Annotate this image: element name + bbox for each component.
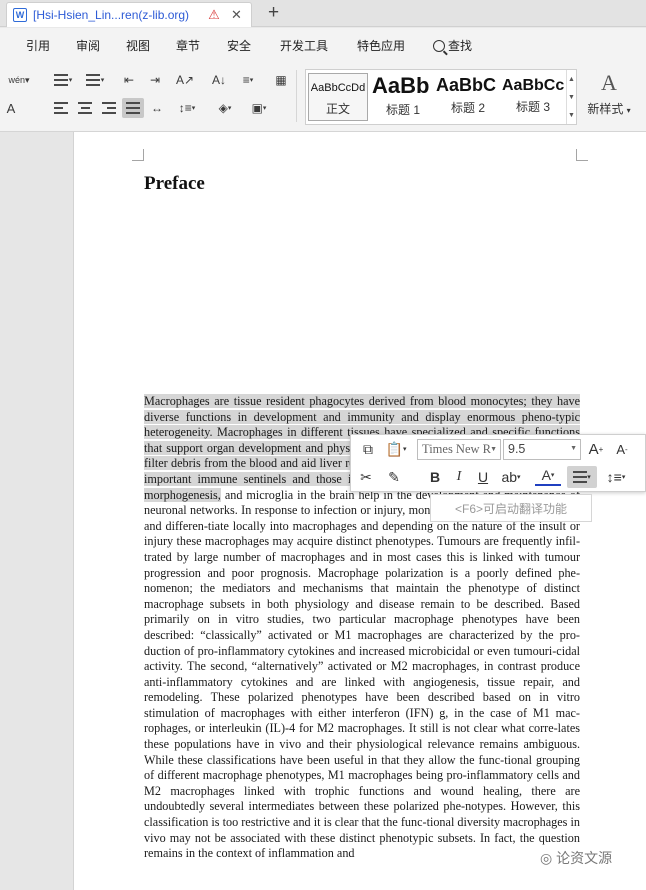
style-heading-2[interactable]: AaBbC 标题 2 bbox=[436, 73, 500, 121]
show-marks-icon[interactable]: ≡ ▾ bbox=[234, 70, 262, 90]
new-style-button[interactable]: A 新样式 ▾ bbox=[584, 70, 634, 122]
font-name-value: Times New R bbox=[422, 442, 491, 456]
document-tab[interactable]: W [Hsi-Hsien_Lin...ren(z-lib.org) ⚠ ✕ bbox=[6, 2, 252, 27]
font-size-select[interactable]: 9.5 ▼ bbox=[503, 439, 581, 460]
menu-item-special-apps[interactable]: 特色应用 bbox=[357, 37, 405, 54]
menu-bar: 引用 审阅 视图 章节 安全 开发工具 特色应用 查找 bbox=[0, 28, 646, 62]
phonetic-guide-label: wén bbox=[8, 75, 25, 85]
bullet-list-icon bbox=[53, 74, 68, 86]
sort-icon[interactable]: A↓ bbox=[208, 70, 230, 90]
justify-icon[interactable] bbox=[122, 98, 144, 118]
margin-corner-mark bbox=[576, 149, 588, 161]
new-style-label: 新样式 ▾ bbox=[587, 102, 631, 116]
table-grid-icon[interactable]: ▦ bbox=[270, 70, 292, 90]
menu-item-find[interactable]: 查找 bbox=[433, 37, 472, 54]
decrease-indent-icon[interactable]: ⇤ bbox=[118, 70, 140, 90]
distribute-icon[interactable]: ↔ bbox=[146, 98, 168, 118]
scroll-up-icon[interactable]: ▲ bbox=[568, 76, 575, 83]
shrink-font-icon[interactable]: A- bbox=[611, 438, 633, 460]
font-size-value: 9.5 bbox=[508, 442, 526, 456]
paste-icon[interactable]: 📋 ▾ bbox=[381, 438, 411, 460]
page-heading: Preface bbox=[144, 173, 205, 194]
new-tab-icon[interactable]: + bbox=[268, 2, 279, 24]
grow-font-icon[interactable]: A + bbox=[585, 438, 607, 460]
style-gallery: AaBbCcDd 正文 AaBb 标题 1 AaBbC 标题 2 AaBbCc … bbox=[305, 69, 577, 125]
underline-button[interactable]: U bbox=[473, 466, 493, 488]
style-sample: AaBbCc bbox=[502, 77, 564, 94]
font-color-icon[interactable]: A ▾ bbox=[535, 466, 561, 486]
menu-item-section[interactable]: 章节 bbox=[176, 37, 200, 54]
document-icon: W bbox=[13, 8, 27, 22]
menu-item-developer-tools[interactable]: 开发工具 bbox=[280, 37, 328, 54]
watermark-logo: ◎ 论资文源 bbox=[540, 850, 613, 866]
italic-button[interactable]: I bbox=[449, 466, 469, 488]
margin-corner-mark bbox=[132, 149, 144, 161]
tab-title: [Hsi-Hsien_Lin...ren(z-lib.org) bbox=[33, 8, 190, 22]
align-center-icon[interactable] bbox=[74, 98, 96, 118]
align-menu-icon[interactable]: ▾ bbox=[567, 466, 597, 488]
text-case-icon[interactable]: A↗ bbox=[172, 70, 198, 90]
scroll-down-icon[interactable]: ▼ bbox=[568, 94, 575, 101]
style-label: 标题 2 bbox=[450, 101, 485, 115]
style-normal[interactable]: AaBbCcDd 正文 bbox=[308, 73, 368, 121]
bold-button[interactable]: B bbox=[425, 466, 445, 488]
font-name-select[interactable]: Times New R ▼ bbox=[417, 439, 501, 460]
style-sample: AaBbC bbox=[436, 75, 497, 95]
style-sample: AaBbCcDd bbox=[310, 82, 366, 94]
style-label: 标题 1 bbox=[385, 103, 420, 117]
style-heading-3[interactable]: AaBbCc 标题 3 bbox=[502, 73, 564, 121]
borders-icon[interactable]: ▣ ▾ bbox=[244, 98, 274, 118]
close-icon[interactable]: ✕ bbox=[231, 7, 242, 23]
strikethrough-icon[interactable]: ab ▾ bbox=[497, 466, 525, 488]
chevron-down-icon: ▼ bbox=[570, 445, 577, 452]
cut-icon[interactable]: ✂ bbox=[355, 466, 377, 488]
gallery-scrollbar[interactable]: ▲ ▼ ▼ bbox=[566, 70, 576, 124]
new-style-icon: A bbox=[601, 70, 617, 95]
menu-item-review[interactable]: 审阅 bbox=[76, 37, 100, 54]
mini-toolbar: ⧉ 📋 ▾ Times New R ▼ 9.5 ▼ A + A- ✂ ✎ B I U a… bbox=[350, 434, 646, 492]
shading-icon[interactable]: ◈ ▾ bbox=[210, 98, 240, 118]
paragraph-text: and microglia in the brain help in the d… bbox=[144, 487, 580, 861]
menu-item-security[interactable]: 安全 bbox=[227, 37, 251, 54]
format-painter-icon[interactable]: ✎ bbox=[383, 466, 405, 488]
character-border-icon[interactable]: A bbox=[0, 98, 22, 118]
bullet-list-button[interactable]: ▾ bbox=[50, 70, 76, 90]
style-heading-1[interactable]: AaBb 标题 1 bbox=[372, 73, 434, 121]
menu-item-view[interactable]: 视图 bbox=[126, 37, 150, 54]
increase-indent-icon[interactable]: ⇥ bbox=[144, 70, 166, 90]
numbered-list-icon bbox=[85, 74, 100, 86]
ribbon-toolbar: wén ▾ A ▾ ▾ ⇤ ⇥ A↗ A↓ ≡ ▾ ▦ ↔ ↕≡ ▾ ◈ ▾ ▣ ▾ Aa… bbox=[0, 62, 646, 132]
search-icon bbox=[433, 40, 445, 52]
line-spacing-icon[interactable]: ↕≡ ▾ bbox=[172, 98, 202, 118]
chevron-down-icon: ▼ bbox=[490, 445, 497, 453]
phonetic-guide-button[interactable]: wén ▾ bbox=[4, 70, 34, 90]
align-right-icon[interactable] bbox=[98, 98, 120, 118]
line-spacing-menu-icon[interactable]: ↕≡ ▾ bbox=[601, 466, 631, 488]
warning-icon: ⚠ bbox=[208, 7, 220, 22]
title-bar: W [Hsi-Hsien_Lin...ren(z-lib.org) ⚠ ✕ + bbox=[0, 0, 646, 27]
translate-hint-tooltip: <F6>可启动翻译功能 bbox=[430, 494, 592, 522]
style-sample: AaBb bbox=[372, 73, 430, 98]
style-label: 标题 3 bbox=[515, 100, 550, 114]
align-left-icon[interactable] bbox=[50, 98, 72, 118]
left-margin-area bbox=[0, 132, 74, 890]
ribbon-separator bbox=[296, 70, 297, 122]
style-label: 正文 bbox=[325, 102, 350, 116]
numbered-list-button[interactable]: ▾ bbox=[82, 70, 108, 90]
menu-item-references[interactable]: 引用 bbox=[26, 37, 50, 54]
copy-icon[interactable]: ⧉ bbox=[357, 438, 379, 460]
find-label: 查找 bbox=[448, 39, 473, 53]
expand-icon[interactable]: ▼ bbox=[568, 112, 575, 119]
